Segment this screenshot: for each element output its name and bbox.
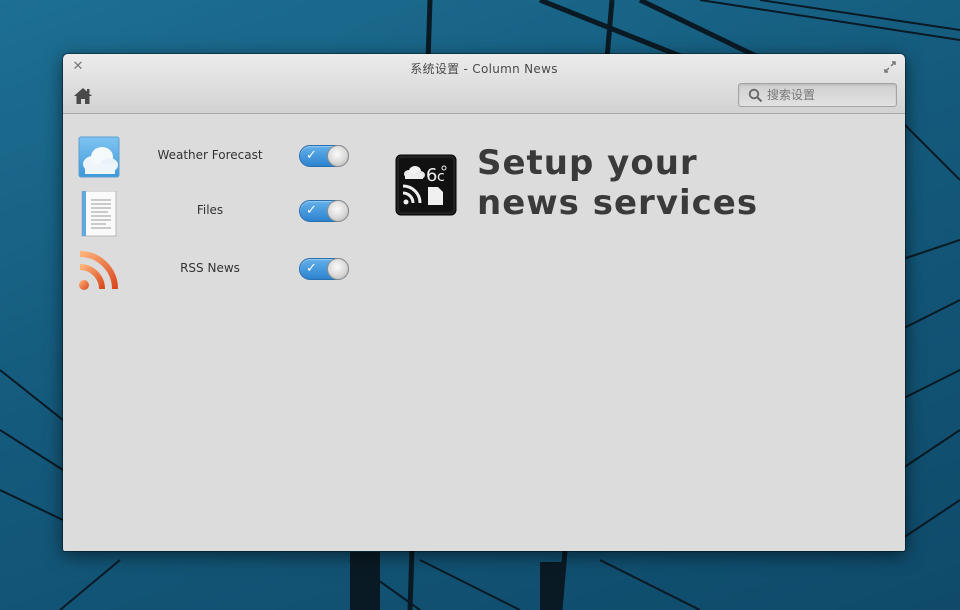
setup-heading: Setup your news services bbox=[477, 143, 837, 223]
setup-heading-line2: news services bbox=[477, 183, 759, 223]
column-news-logo-icon: 6 c bbox=[395, 154, 457, 216]
setup-heading-line1: Setup your bbox=[477, 143, 698, 183]
service-label-weather: Weather Forecast bbox=[157, 148, 263, 162]
document-file-icon bbox=[81, 191, 117, 237]
toggle-knob bbox=[327, 200, 349, 222]
logo-temperature: 6 bbox=[426, 165, 437, 186]
service-label-files: Files bbox=[196, 203, 224, 217]
check-icon: ✓ bbox=[306, 261, 317, 276]
toggle-knob bbox=[327, 145, 349, 167]
rss-feed-icon bbox=[79, 251, 118, 290]
toggle-files[interactable]: ✓ bbox=[299, 200, 349, 222]
toggle-weather[interactable]: ✓ bbox=[299, 145, 349, 167]
home-icon[interactable] bbox=[72, 86, 94, 106]
logo-unit: c bbox=[437, 169, 445, 185]
check-icon: ✓ bbox=[306, 148, 317, 163]
content-area: Weather Forecast ✓ Files ✓ RSS News ✓ 6 … bbox=[63, 115, 905, 551]
window-title: 系统设置 - Column News bbox=[410, 62, 558, 76]
weather-cloud-icon bbox=[78, 136, 120, 178]
toggle-rss[interactable]: ✓ bbox=[299, 258, 349, 280]
titlebar: ✕ 系统设置 - Column News bbox=[63, 54, 905, 114]
service-row-files: Files ✓ bbox=[63, 191, 363, 237]
search-box[interactable] bbox=[738, 83, 897, 107]
toggle-knob bbox=[327, 258, 349, 280]
settings-window: ✕ 系统设置 - Column News 搜索设置 Weather Foreca… bbox=[63, 54, 905, 551]
service-row-rss: RSS News ✓ bbox=[63, 249, 363, 293]
check-icon: ✓ bbox=[306, 203, 317, 218]
maximize-icon[interactable] bbox=[883, 60, 897, 74]
service-row-weather: Weather Forecast ✓ bbox=[63, 136, 363, 180]
search-input[interactable] bbox=[767, 86, 893, 104]
search-icon bbox=[748, 88, 763, 103]
service-label-rss: RSS News bbox=[180, 261, 240, 275]
